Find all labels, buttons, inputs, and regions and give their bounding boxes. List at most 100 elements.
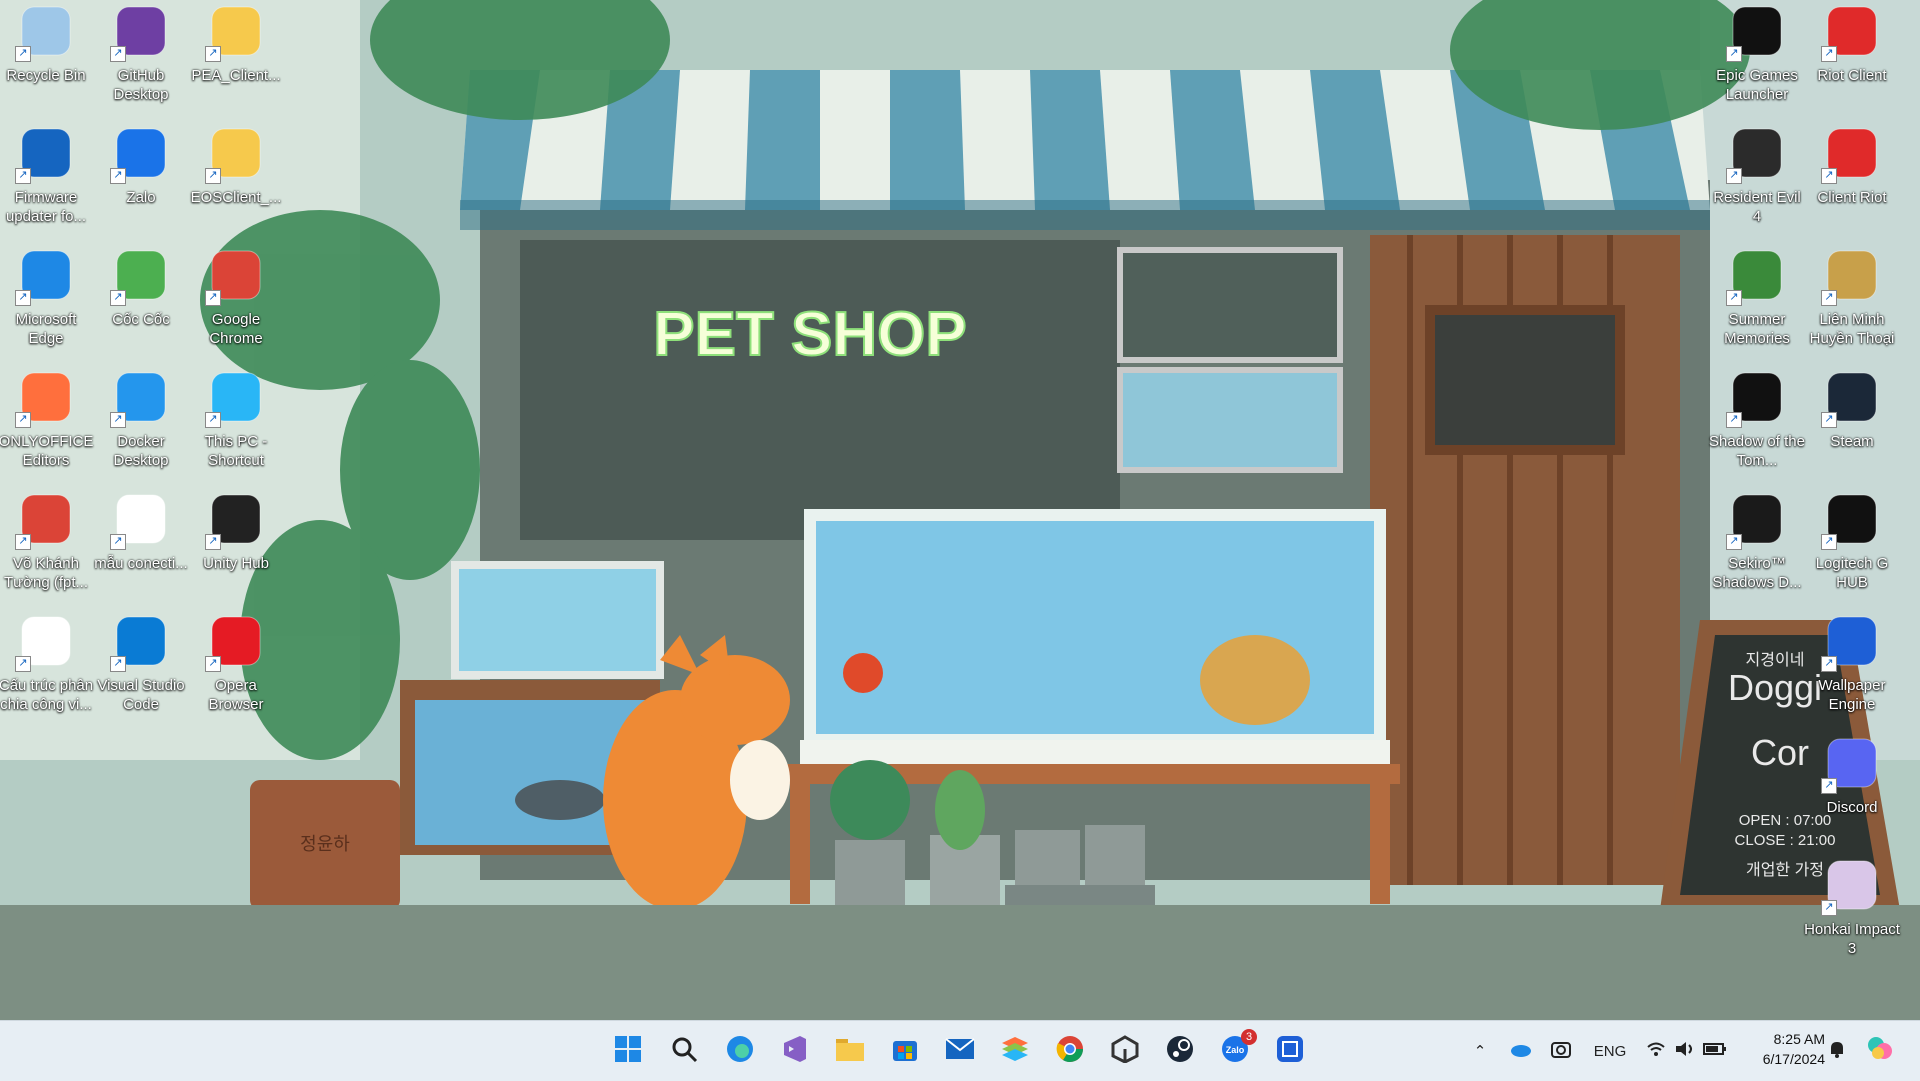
store-icon (890, 1034, 920, 1069)
shop-interior (520, 240, 1120, 540)
desktop-icon-recycle-bin[interactable]: ↗ Recycle Bin (0, 0, 92, 118)
shortcut-arrow-icon: ↗ (205, 534, 221, 550)
desktop-icon-pea-client[interactable]: ↗ PEA_Client... (190, 0, 282, 118)
taskbar-mail[interactable] (940, 1031, 980, 1071)
shortcut-arrow-icon: ↗ (1821, 290, 1837, 306)
desktop-icon-eosclient[interactable]: ↗ EOSClient_... (190, 122, 282, 240)
desktop-icon-epic-games-launcher[interactable]: ↗ Epic Games Launcher (1711, 0, 1803, 118)
desktop-icon-m-u-conecti[interactable]: ↗ mẫu conecti... (94, 488, 188, 606)
desktop-icon-v-kh-nh-t-ng-fpt[interactable]: ↗ Võ Khánh Tường (fpt... (0, 488, 92, 606)
document-icon: ↗ (110, 488, 172, 550)
gamepad-icon: ↗ (15, 122, 77, 184)
desktop-icon-microsoft-edge[interactable]: ↗ Microsoft Edge (0, 244, 92, 362)
desktop-icon-onlyoffice-editors[interactable]: ↗ ONLYOFFICE Editors (0, 366, 93, 484)
clock[interactable]: 8:25 AM 6/17/2024 (1745, 1029, 1825, 1073)
wallpaper-engine-icon: ↗ (1821, 610, 1883, 672)
desktop-icon-opera-browser[interactable]: ↗ Opera Browser (190, 610, 282, 728)
taskbar-file-explorer[interactable] (830, 1031, 870, 1071)
camera-icon (1550, 1039, 1572, 1063)
desktop-icon-logitech-g-hub[interactable]: ↗ Logitech G HUB (1806, 488, 1898, 606)
taskbar-store[interactable] (885, 1031, 925, 1071)
windows-icon (614, 1035, 642, 1068)
desktop-icon-riot-client[interactable]: ↗ Riot Client (1806, 0, 1898, 118)
wifi-icon (1646, 1041, 1666, 1061)
shortcut-arrow-icon: ↗ (1726, 412, 1742, 428)
lol-icon: ↗ (1821, 244, 1883, 306)
folder-icon (834, 1035, 866, 1068)
desktop-icon-summer-memories[interactable]: ↗ Summer Memories (1711, 244, 1803, 362)
taskbar-steam[interactable] (1160, 1031, 1200, 1071)
volume-tray[interactable] (1672, 1037, 1696, 1065)
language-indicator[interactable]: ENG (1590, 1037, 1630, 1065)
shortcut-arrow-icon: ↗ (15, 290, 31, 306)
neon-sign-text: PET SHOP (653, 300, 967, 369)
tree-icon: ↗ (1726, 244, 1788, 306)
resident-evil-icon: ↗ (1726, 122, 1788, 184)
shortcut-arrow-icon: ↗ (15, 534, 31, 550)
desktop-icon-shadow-of-the-tom[interactable]: ↗ Shadow of the Tom... (1709, 366, 1805, 484)
desktop-icon-label: Cốc Cốc (112, 311, 170, 328)
desktop-icon-google-chrome[interactable]: ↗ Google Chrome (190, 244, 282, 362)
battery-tray[interactable] (1702, 1037, 1728, 1065)
desktop-icon-client-riot[interactable]: ↗ Client Riot (1806, 122, 1898, 240)
desktop-icon-wallpaper-engine[interactable]: ↗ Wallpaper Engine (1806, 610, 1898, 728)
clock-time: 8:25 AM (1773, 1031, 1825, 1047)
taskbar-unity[interactable] (1105, 1031, 1145, 1071)
desktop-icon-honkai-impact-3[interactable]: ↗ Honkai Impact 3 (1804, 854, 1900, 972)
desktop-icon-docker-desktop[interactable]: ↗ Docker Desktop (95, 366, 187, 484)
mail-icon (944, 1036, 976, 1067)
desktop-icon-label: ONLYOFFICE Editors (0, 433, 94, 469)
visual-studio-icon (780, 1034, 810, 1069)
desktop-icon-unity-hub[interactable]: ↗ Unity Hub (190, 488, 282, 606)
desktop-icon-discord[interactable]: ↗ Discord (1806, 732, 1898, 850)
docker-icon: ↗ (110, 366, 172, 428)
desktop-icon-label: Shadow of the Tom... (1709, 433, 1805, 469)
notifications-button[interactable] (1825, 1037, 1849, 1065)
desktop-icon-resident-evil-4[interactable]: ↗ Resident Evil 4 (1711, 122, 1803, 240)
small-aquarium (451, 561, 664, 679)
opera-icon: ↗ (205, 610, 267, 672)
show-hidden-icons-button[interactable]: ⌃ (1468, 1037, 1492, 1065)
desktop-icon-sekiro-shadows-d[interactable]: ↗ Sekiro™ Shadows D... (1711, 488, 1803, 606)
camera-tray[interactable] (1548, 1037, 1574, 1065)
desktop-icon-label: Logitech G HUB (1815, 555, 1889, 591)
shortcut-arrow-icon: ↗ (110, 412, 126, 428)
wifi-tray[interactable] (1644, 1037, 1668, 1065)
desktop-icon-label: Riot Client (1817, 67, 1887, 84)
desktop-icon-label: Epic Games Launcher (1716, 67, 1798, 103)
taskbar-onlyoffice[interactable] (995, 1031, 1035, 1071)
taskbar-zalo[interactable]: Zalo 3 (1215, 1029, 1257, 1071)
shortcut-arrow-icon: ↗ (15, 412, 31, 428)
desktop-icon-label: Discord (1826, 799, 1878, 816)
desktop-icon-label: Võ Khánh Tường (fpt... (3, 555, 89, 591)
desktop-icon-firmware-updater-fo[interactable]: ↗ Firmware updater fo... (0, 122, 92, 240)
desktop-icon-c-u-tr-c-ph-n-chia-c-ng-vi[interactable]: ↗ Cấu trúc phân chia công vi... (0, 610, 93, 728)
desktop-icon-github-desktop[interactable]: ↗ GitHub Desktop (95, 0, 187, 118)
epic-games-icon: ↗ (1726, 0, 1788, 62)
taskbar-chrome[interactable] (1050, 1031, 1090, 1071)
desktop-icon-label: Microsoft Edge (15, 311, 77, 347)
shortcut-arrow-icon: ↗ (15, 46, 31, 62)
desktop-icon-c-c-c-c[interactable]: ↗ Cốc Cốc (95, 244, 187, 362)
wallpaper-illustration: PET SHOP 정윤하 지경이네 Doggi Cor OPEN: 07:00… (0, 0, 1920, 1020)
desktop-icon-this-pc-shortcut[interactable]: ↗ This PC - Shortcut (190, 366, 282, 484)
desktop-icon-zalo[interactable]: ↗ Zalo (95, 122, 187, 240)
taskbar-wallpaper-engine[interactable] (1270, 1031, 1310, 1071)
zalo-icon: ↗ (110, 122, 172, 184)
onedrive-tray[interactable] (1508, 1037, 1534, 1065)
steam-icon: ↗ (1821, 366, 1883, 428)
start-button[interactable] (608, 1031, 648, 1071)
desktop-icon-visual-studio-code[interactable]: ↗ Visual Studio Code (95, 610, 187, 728)
copilot-button[interactable] (1864, 1037, 1896, 1065)
desktop-icon-label: Opera Browser (208, 677, 264, 713)
notification-badge: 3 (1241, 1029, 1257, 1045)
taskbar-edge[interactable] (720, 1031, 760, 1071)
shortcut-arrow-icon: ↗ (205, 656, 221, 672)
desktop-icon-li-n-minh-huy-n-tho-i[interactable]: ↗ Liên Minh Huyền Thoại (1806, 244, 1898, 362)
search-button[interactable] (664, 1031, 704, 1071)
desktop-icon-label: Summer Memories (1724, 311, 1790, 347)
taskbar-visual-studio[interactable] (775, 1031, 815, 1071)
desktop-icon-label: Zalo (126, 189, 156, 206)
desktop-icon-steam[interactable]: ↗ Steam (1806, 366, 1898, 484)
cloud-icon (1509, 1041, 1533, 1061)
